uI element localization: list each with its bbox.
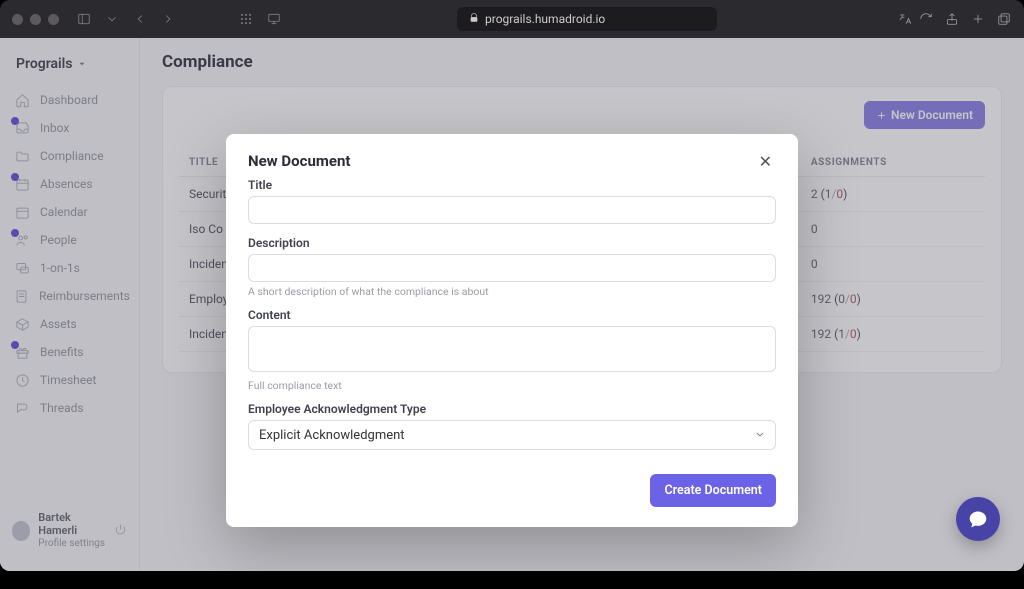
label-ack-type: Employee Acknowledgment Type — [248, 402, 776, 416]
traffic-close[interactable] — [12, 14, 23, 25]
browser-chrome: prograils.humadroid.io — [0, 0, 1024, 38]
desktop-icon[interactable] — [265, 10, 283, 28]
translate-icon[interactable] — [897, 11, 913, 27]
nav-forward-icon[interactable] — [159, 10, 177, 28]
share-icon[interactable] — [944, 11, 960, 27]
help-content: Full compliance text — [248, 379, 776, 392]
help-description: A short description of what the complian… — [248, 285, 776, 298]
lock-icon — [469, 12, 479, 26]
apps-grid-icon[interactable] — [237, 10, 255, 28]
label-content: Content — [248, 308, 776, 322]
tabs-overview-icon[interactable] — [996, 11, 1012, 27]
modal-close-button[interactable]: ✕ — [755, 152, 776, 172]
window-traffic-lights — [12, 14, 59, 25]
ack-type-select[interactable]: Explicit Acknowledgment — [248, 420, 776, 450]
url-bar[interactable]: prograils.humadroid.io — [457, 7, 717, 31]
chat-bubble-icon — [968, 509, 988, 529]
traffic-zoom[interactable] — [48, 14, 59, 25]
description-input[interactable] — [248, 254, 776, 282]
chevron-down-icon[interactable] — [103, 10, 121, 28]
reload-icon[interactable] — [918, 11, 934, 27]
url-host: prograils.humadroid.io — [485, 12, 605, 26]
create-document-button[interactable]: Create Document — [650, 474, 776, 507]
sidebar-toggle-icon[interactable] — [75, 10, 93, 28]
new-document-modal: New Document ✕ Title Description A short… — [226, 134, 798, 527]
label-description: Description — [248, 236, 776, 250]
content-textarea[interactable] — [248, 326, 776, 372]
nav-back-icon[interactable] — [131, 10, 149, 28]
traffic-minimize[interactable] — [30, 14, 41, 25]
chat-fab[interactable] — [956, 497, 1000, 541]
label-title: Title — [248, 178, 776, 192]
title-input[interactable] — [248, 196, 776, 224]
new-tab-icon[interactable] — [970, 11, 986, 27]
modal-title: New Document — [248, 152, 350, 170]
